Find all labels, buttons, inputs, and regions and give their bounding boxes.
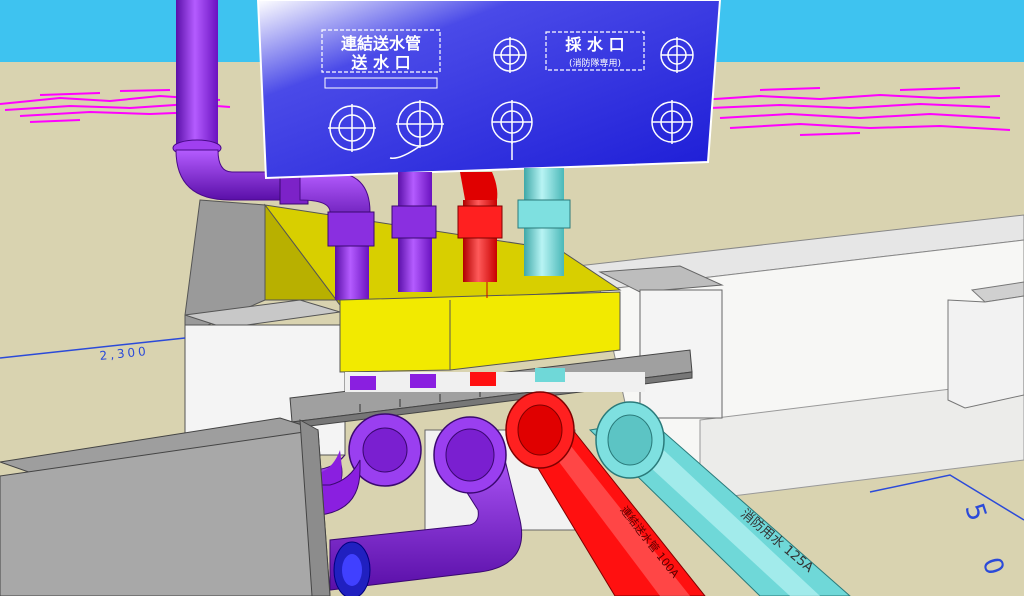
panel-label-fire-2: (消防隊専用) — [569, 57, 621, 69]
panel-label-connect-2: 送 水 口 — [350, 53, 410, 72]
signage-panel: 連結送水管 送 水 口 採 水 口 (消防隊専用) — [256, 0, 722, 180]
panel-label-connect-1: 連結送水管 — [341, 34, 421, 53]
right-block-face — [947, 295, 1024, 409]
cad-3d-viewport[interactable]: 2,300 5 0 連結送水管 送 水 口 採 水 口 (消防隊専用) 消防用水… — [0, 0, 1024, 596]
pipe-purple-mid-drop — [391, 172, 437, 292]
panel-label-fire-1: 採 水 口 — [565, 35, 624, 54]
pipe-red-drop — [457, 172, 503, 282]
pipe-cyan-drop — [517, 168, 571, 276]
